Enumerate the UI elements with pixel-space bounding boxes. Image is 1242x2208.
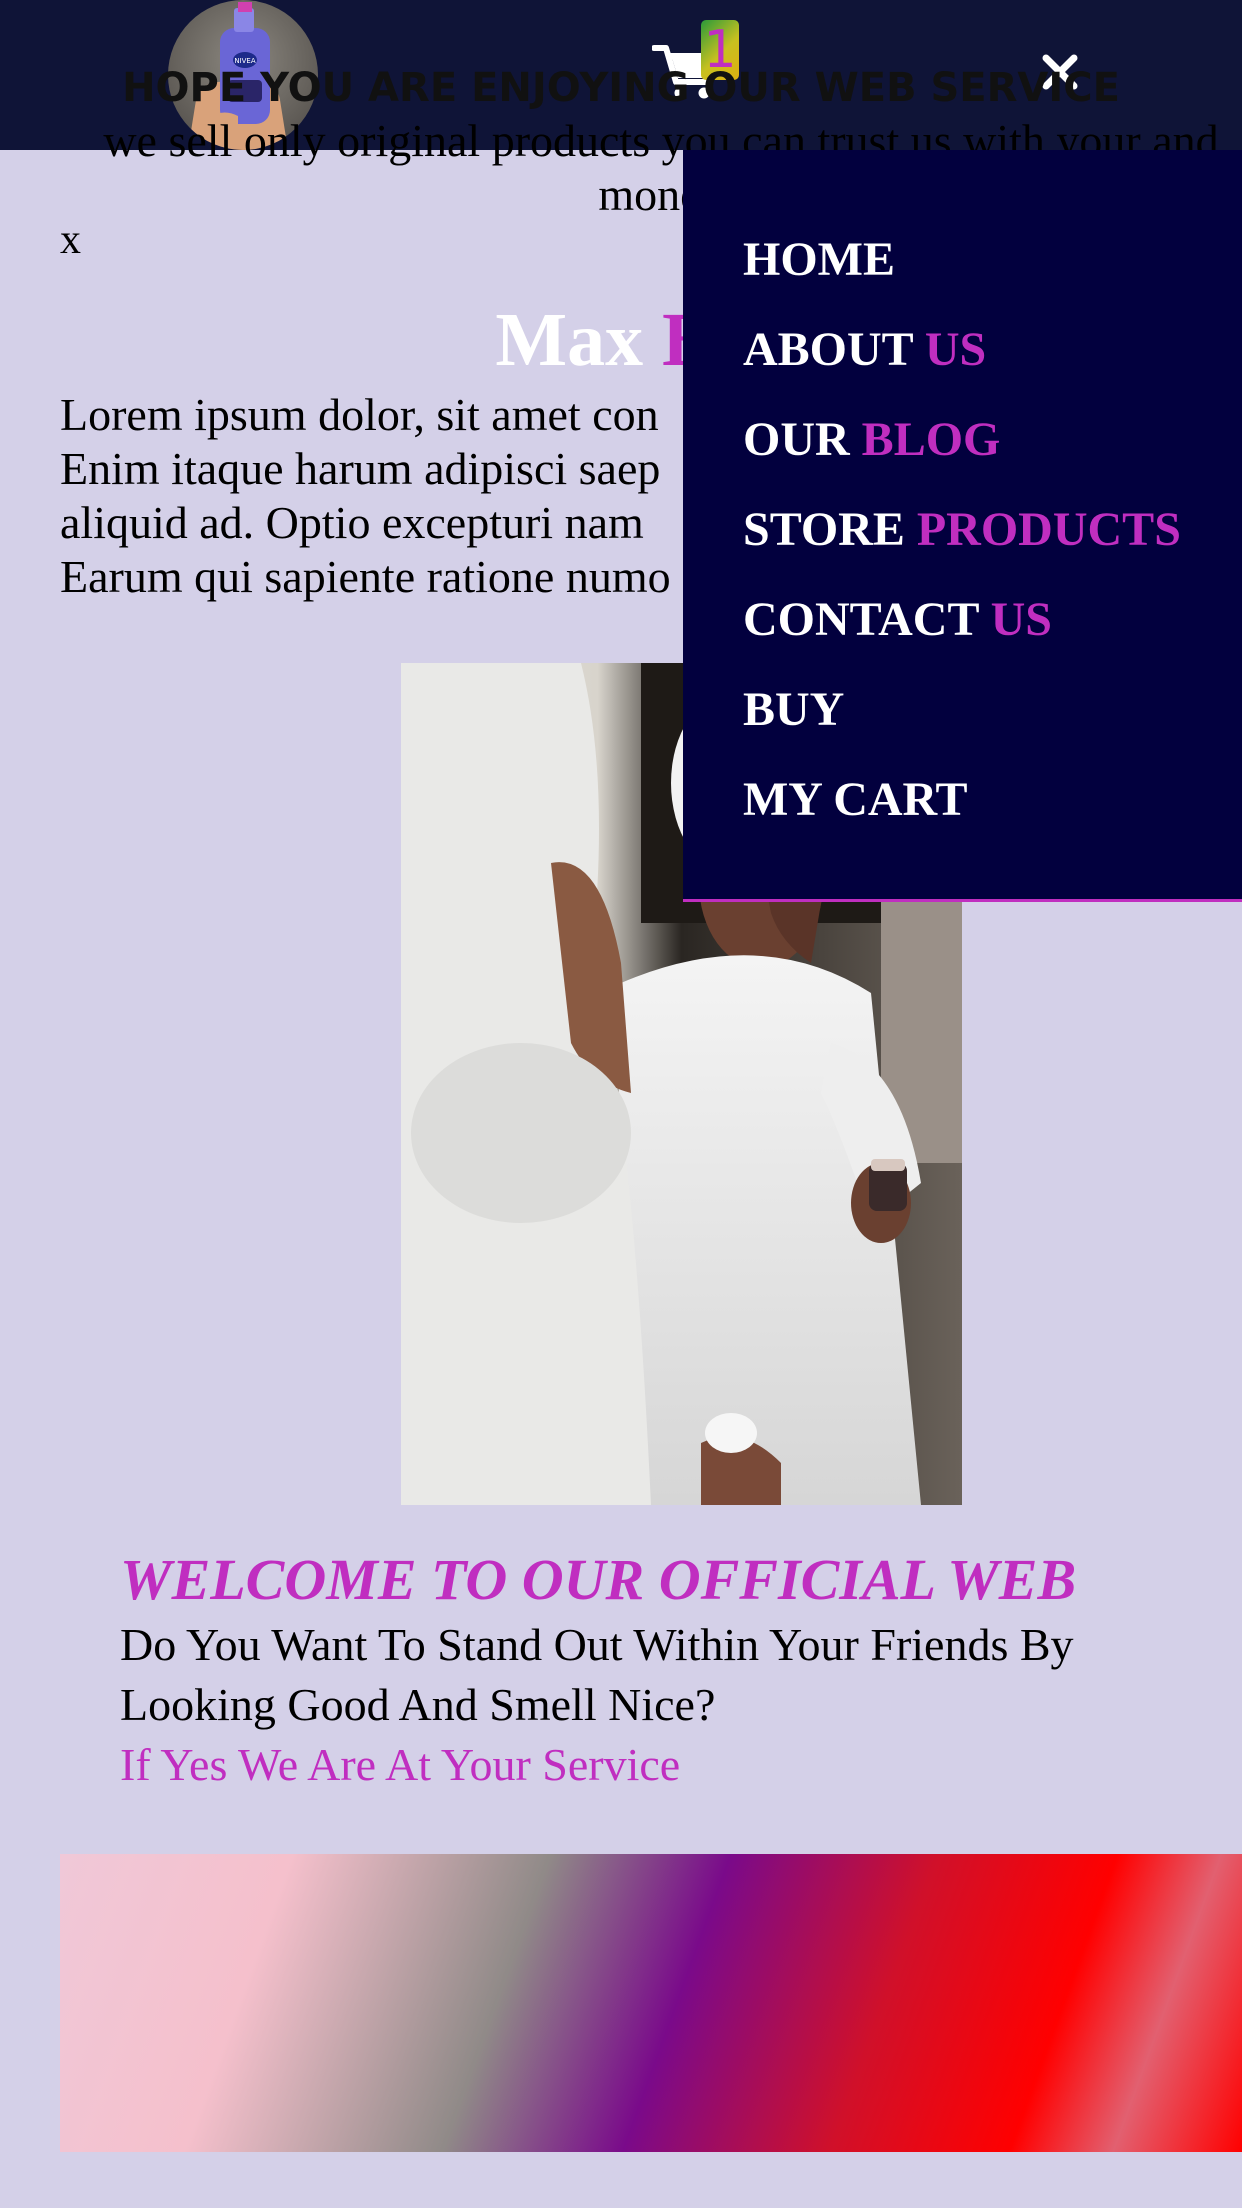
menu-item-label: STORE	[743, 503, 917, 556]
question-line: Looking Good And Smell Nice?	[120, 1679, 716, 1730]
close-button[interactable]: x	[60, 210, 81, 270]
menu-item-my-cart[interactable]: MY CART	[743, 770, 968, 830]
menu-item-label: CONTACT	[743, 593, 991, 646]
welcome-question: Do You Want To Stand Out Within Your Fri…	[120, 1615, 1220, 1735]
banner-title: HOPE YOU ARE ENJOYING OUR WEB SERVICE	[122, 65, 1120, 111]
question-line: Do You Want To Stand Out Within Your Fri…	[120, 1619, 1074, 1670]
menu-item-home[interactable]: HOME	[743, 230, 895, 290]
menu-item-label: ABOUT	[743, 323, 925, 376]
menu-item-label: HOME	[743, 233, 895, 286]
menu-item-our-blog[interactable]: OUR BLOG	[743, 410, 1000, 470]
nav-dropdown-menu: HOME ABOUT US OUR BLOG STORE PRODUCTS CO…	[683, 150, 1242, 902]
menu-item-accent: US	[924, 323, 987, 376]
menu-item-label: BUY	[743, 683, 845, 736]
menu-item-label: MY CART	[743, 773, 968, 826]
menu-item-accent: BLOG	[861, 413, 1001, 466]
menu-item-buy[interactable]: BUY	[743, 680, 844, 740]
menu-item-accent: PRODUCTS	[916, 503, 1181, 556]
menu-item-accent: US	[990, 593, 1052, 646]
menu-item-about-us[interactable]: ABOUT US	[743, 320, 986, 380]
service-tagline: If Yes We Are At Your Service	[120, 1739, 681, 1790]
title-white: Max	[495, 298, 663, 382]
menu-item-label: OUR	[743, 413, 862, 466]
menu-item-store-products[interactable]: STORE PRODUCTS	[743, 500, 1181, 560]
welcome-heading: WELCOME TO OUR OFFICIAL WEB	[120, 1547, 1077, 1612]
promo-banner	[60, 1854, 1242, 2152]
menu-item-contact-us[interactable]: CONTACT US	[743, 590, 1052, 650]
